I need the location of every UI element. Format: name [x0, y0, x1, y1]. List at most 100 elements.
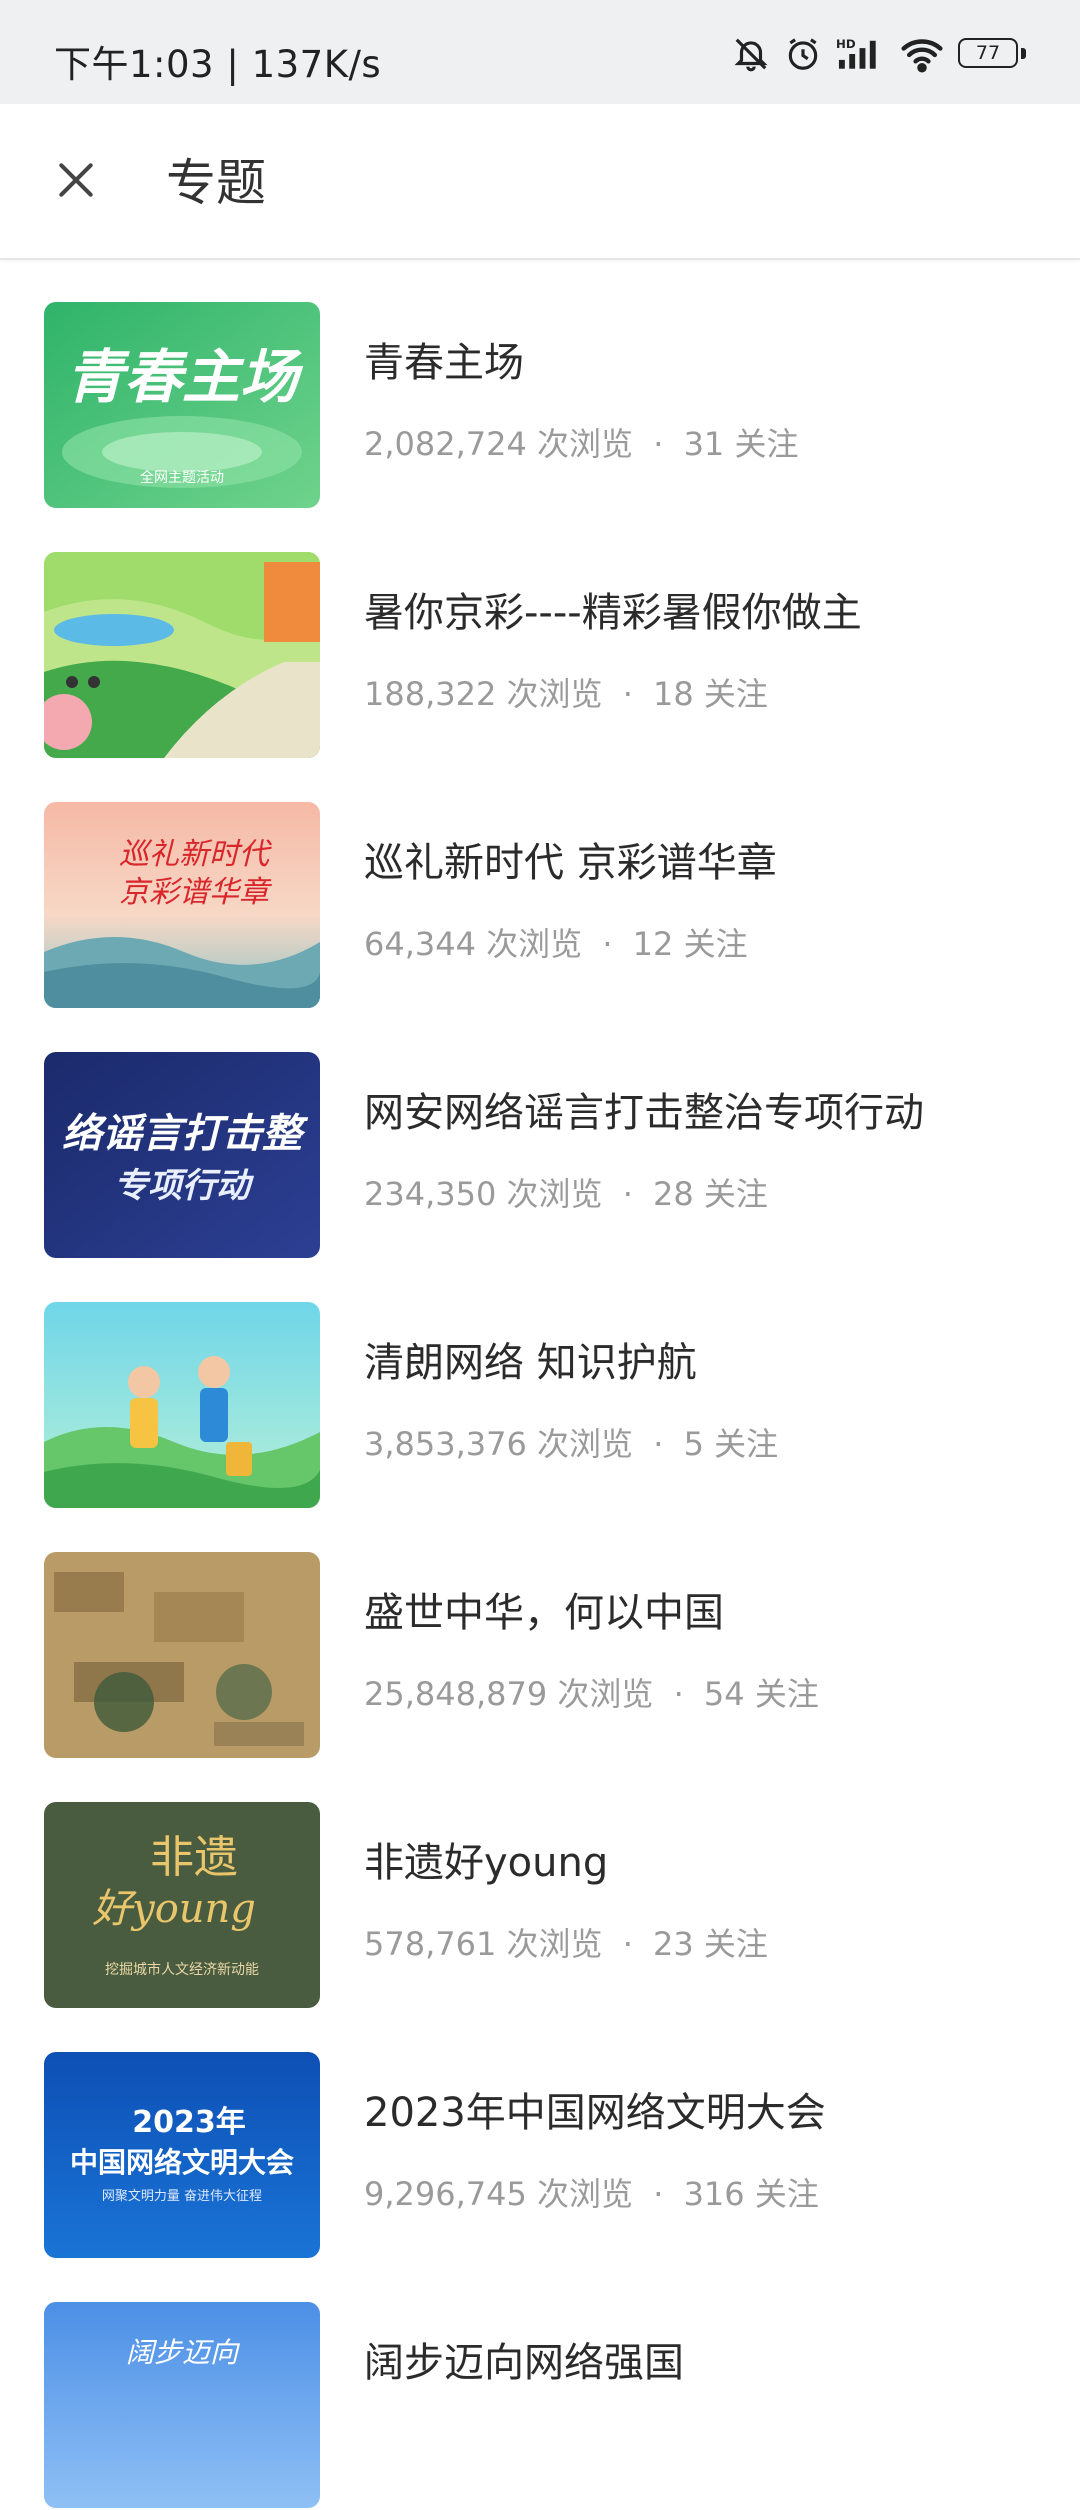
topic-thumbnail: 络谣言打击整 专项行动 [44, 1052, 320, 1258]
hd-signal-icon: HD [836, 35, 886, 73]
view-count: 9,296,745 [364, 2175, 527, 2213]
thumb-subtitle: 全网主题活动 [140, 469, 224, 486]
status-icons: HD 77 [732, 34, 1026, 74]
thumb-title-line2: 好young [92, 1886, 256, 1932]
meta-separator: · [653, 425, 664, 463]
meta-separator: · [602, 925, 613, 963]
thumb-title-line2: 京彩谱华章 [119, 875, 272, 910]
topic-title: 暑你京彩----精彩暑假你做主 [364, 590, 862, 636]
close-icon [54, 158, 98, 206]
view-count: 64,344 [364, 925, 476, 963]
topic-item[interactable]: 盛世中华，何以中国 25,848,879 次浏览 · 54 关注 [0, 1510, 1080, 1760]
topic-item[interactable]: 暑你京彩----精彩暑假你做主 188,322 次浏览 · 18 关注 [0, 510, 1080, 760]
topic-thumbnail: 阔步迈向 [44, 2302, 320, 2508]
meta-separator: · [673, 1675, 684, 1713]
follows-label: 关注 [754, 2175, 819, 2213]
follow-count: 23 [653, 1925, 694, 1963]
topic-meta: 578,761 次浏览 · 23 关注 [364, 1924, 768, 1964]
follows-label: 关注 [714, 1425, 779, 1463]
meta-separator: · [653, 1425, 664, 1463]
view-count: 188,322 [364, 675, 497, 713]
battery-icon: 77 [958, 38, 1026, 70]
topic-item[interactable]: 清朗网络 知识护航 3,853,376 次浏览 · 5 关注 [0, 1260, 1080, 1510]
topic-thumbnail: 2023年 中国网络文明大会 网聚文明力量 奋进伟大征程 [44, 2052, 320, 2258]
follows-label: 关注 [683, 925, 748, 963]
views-label: 次浏览 [506, 1925, 603, 1963]
status-time: 下午1:03 | 137K/s [54, 43, 382, 86]
thumb-title: 阔步迈向 [126, 2336, 241, 2369]
follow-count: 54 [703, 1675, 745, 1713]
topic-item[interactable]: 2023年 中国网络文明大会 网聚文明力量 奋进伟大征程 2023年中国网络文明… [0, 2010, 1080, 2260]
thumb-subtitle: 网聚文明力量 奋进伟大征程 [102, 2189, 262, 2204]
views-label: 次浏览 [557, 1675, 654, 1713]
views-label: 次浏览 [486, 925, 583, 963]
follow-count: 31 [683, 425, 725, 463]
view-count: 25,848,879 [364, 1675, 548, 1713]
topic-title: 网安网络谣言打击整治专项行动 [364, 1090, 924, 1136]
page-title: 专题 [166, 154, 266, 212]
topic-title: 非遗好young [364, 1840, 609, 1886]
views-label: 次浏览 [537, 1425, 634, 1463]
meta-separator: · [622, 675, 633, 713]
thumb-title: 络谣言打击整 [62, 1111, 309, 1157]
topic-item[interactable]: 巡礼新时代 京彩谱华章 巡礼新时代 京彩谱华章 64,344 次浏览 · 12 … [0, 760, 1080, 1010]
follows-label: 关注 [703, 1925, 768, 1963]
follow-count: 18 [653, 675, 694, 713]
thumb-subtitle: 挖掘城市人文经济新动能 [105, 1961, 259, 1978]
view-count: 234,350 [364, 1175, 497, 1213]
views-label: 次浏览 [537, 425, 634, 463]
topic-item[interactable]: 非遗 好young 挖掘城市人文经济新动能 非遗好young 578,761 次… [0, 1760, 1080, 2010]
topic-thumbnail: 青春主场 全网主题活动 [44, 302, 320, 508]
follows-label: 关注 [703, 1175, 768, 1213]
view-count: 578,761 [364, 1925, 497, 1963]
view-count: 2,082,724 [364, 425, 527, 463]
follow-count: 12 [632, 925, 674, 963]
meta-separator: · [653, 2175, 664, 2213]
topic-item[interactable]: 青春主场 全网主题活动 青春主场 2,082,724 次浏览 · 31 关注 [0, 260, 1080, 510]
follow-count: 316 [683, 2175, 745, 2213]
bell-off-icon [732, 35, 770, 73]
topic-title: 2023年中国网络文明大会 [364, 2090, 826, 2136]
topic-item[interactable]: 阔步迈向 阔步迈向网络强国 [0, 2260, 1080, 2510]
battery-level: 77 [958, 38, 1018, 68]
close-button[interactable] [40, 146, 112, 218]
topic-title: 盛世中华，何以中国 [364, 1590, 724, 1636]
topic-thumbnail [44, 1302, 320, 1508]
topic-meta: 2,082,724 次浏览 · 31 关注 [364, 424, 798, 464]
follows-label: 关注 [754, 1675, 819, 1713]
meta-separator: · [622, 1175, 633, 1213]
topic-meta: 25,848,879 次浏览 · 54 关注 [364, 1674, 819, 1714]
topic-meta: 3,853,376 次浏览 · 5 关注 [364, 1424, 778, 1464]
views-label: 次浏览 [506, 1175, 603, 1213]
topic-meta: 234,350 次浏览 · 28 关注 [364, 1174, 768, 1214]
topic-meta: 64,344 次浏览 · 12 关注 [364, 924, 748, 964]
view-count: 3,853,376 [364, 1425, 527, 1463]
thumb-title: 非遗 [150, 1832, 238, 1883]
alarm-icon [784, 35, 822, 73]
topic-thumbnail: 巡礼新时代 京彩谱华章 [44, 802, 320, 1008]
thumb-title-line2: 中国网络文明大会 [70, 2146, 294, 2179]
topic-title: 清朗网络 知识护航 [364, 1340, 697, 1386]
follow-count: 28 [653, 1175, 694, 1213]
topic-thumbnail [44, 1552, 320, 1758]
thumb-title: 青春主场 [66, 343, 304, 411]
follows-label: 关注 [703, 675, 768, 713]
wifi-icon [900, 35, 944, 73]
topic-thumbnail: 非遗 好young 挖掘城市人文经济新动能 [44, 1802, 320, 2008]
topic-meta: 9,296,745 次浏览 · 316 关注 [364, 2174, 819, 2214]
topic-title: 青春主场 [364, 340, 524, 386]
header: 专题 [0, 104, 1080, 260]
thumb-title: 巡礼新时代 [119, 837, 272, 872]
meta-separator: · [622, 1925, 633, 1963]
topic-title: 巡礼新时代 京彩谱华章 [364, 840, 777, 886]
thumb-title: 2023年 [132, 2105, 246, 2140]
follows-label: 关注 [734, 425, 799, 463]
thumb-title-line2: 专项行动 [114, 1166, 254, 1206]
svg-text:HD: HD [836, 37, 856, 51]
battery-tip [1021, 48, 1026, 59]
topic-meta: 188,322 次浏览 · 18 关注 [364, 674, 768, 714]
topic-thumbnail [44, 552, 320, 758]
topic-item[interactable]: 络谣言打击整 专项行动 网安网络谣言打击整治专项行动 234,350 次浏览 ·… [0, 1010, 1080, 1260]
topic-title: 阔步迈向网络强国 [364, 2340, 684, 2386]
status-bar: 下午1:03 | 137K/s HD 77 [0, 0, 1080, 104]
